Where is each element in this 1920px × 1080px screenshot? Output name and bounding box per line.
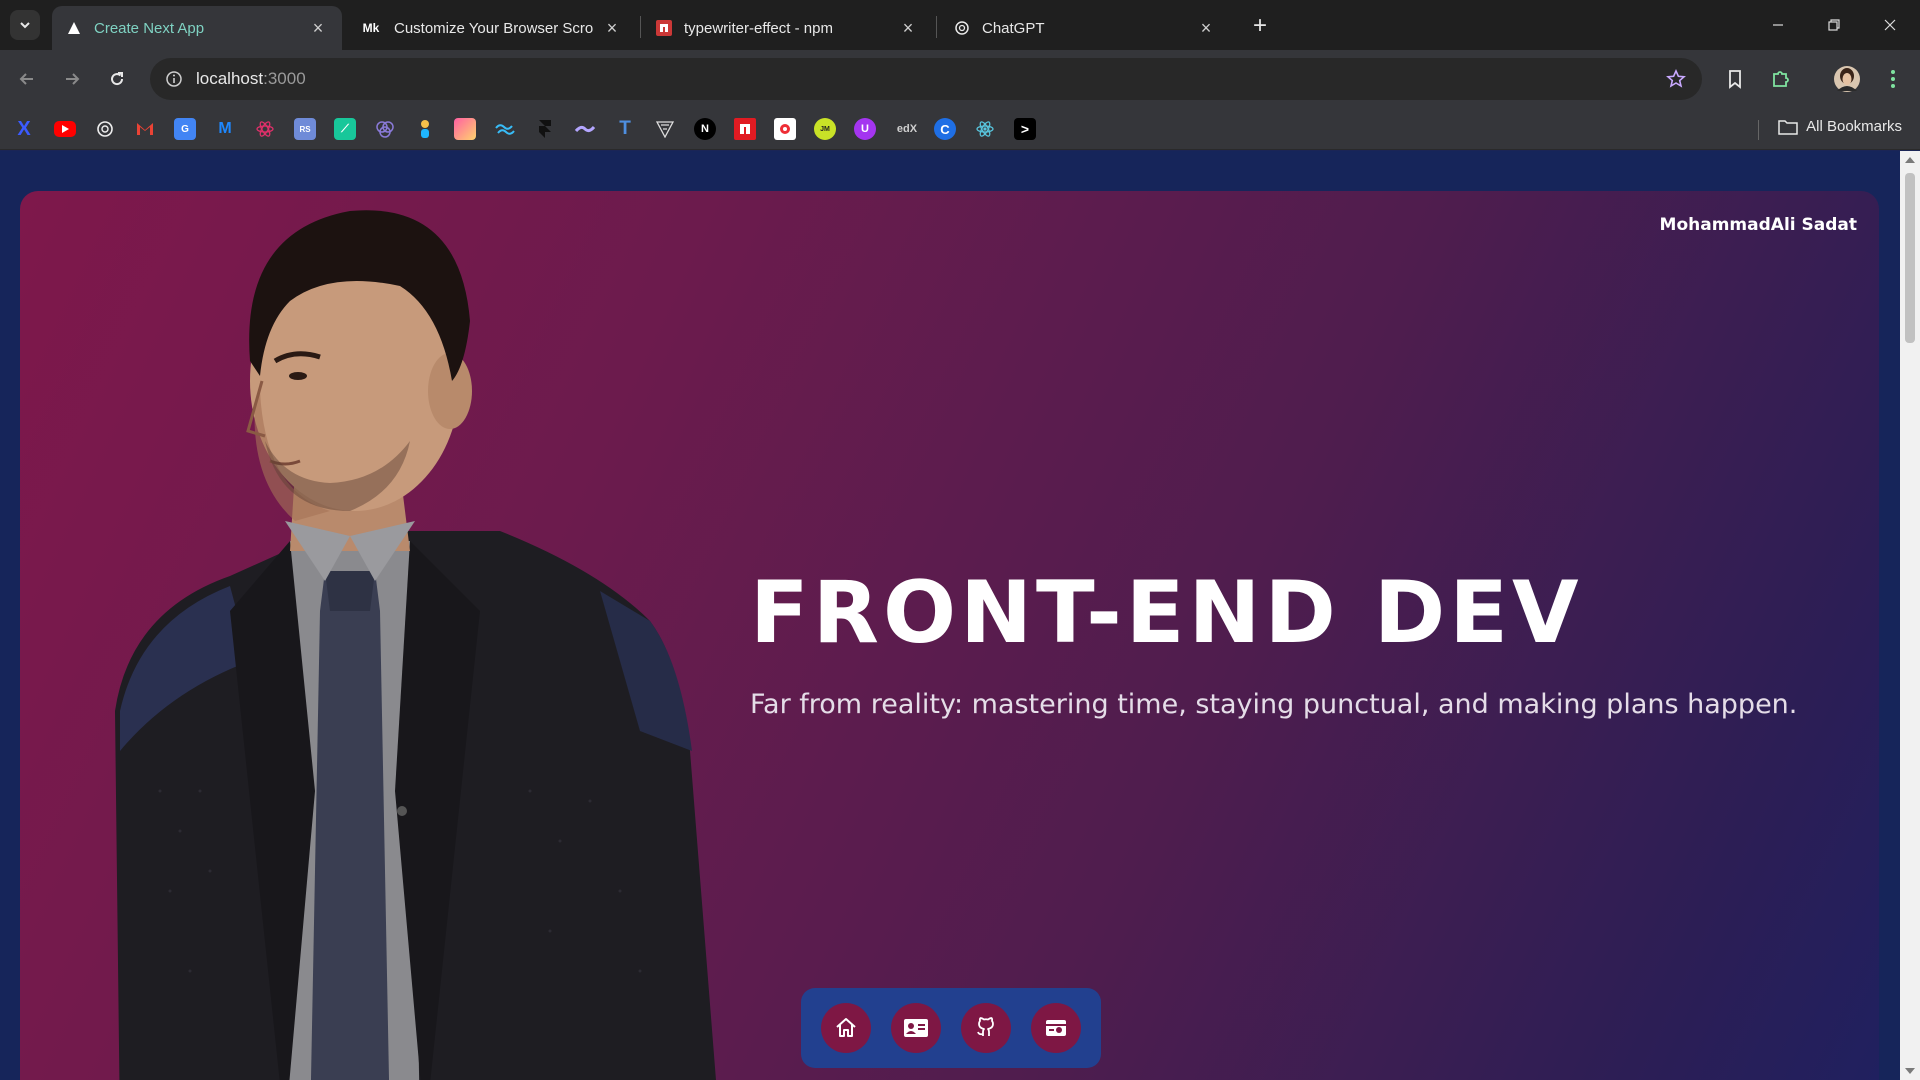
restore-icon: [1828, 19, 1840, 31]
author-name: MohammadAli Sadat: [1659, 215, 1857, 235]
tab-typewriter-npm[interactable]: typewriter-effect - npm ×: [642, 6, 932, 50]
scroll-up-arrow-icon[interactable]: [1905, 157, 1915, 163]
scroll-thumb[interactable]: [1905, 173, 1915, 343]
portfolio-icon: [1046, 1020, 1066, 1036]
bookmark-icon: [1729, 70, 1741, 89]
react-icon[interactable]: [974, 118, 996, 140]
minimize-icon: [1773, 24, 1783, 26]
close-window-button[interactable]: [1862, 0, 1918, 50]
bookmark-star-icon[interactable]: [1664, 67, 1688, 91]
framer-icon[interactable]: [374, 118, 396, 140]
reload-button[interactable]: [100, 62, 134, 96]
tab-divider: [640, 16, 641, 38]
react-icon[interactable]: [254, 118, 276, 140]
home-icon: [836, 1018, 856, 1037]
coursera-icon[interactable]: C: [934, 118, 956, 140]
page-scrollbar[interactable]: [1900, 151, 1920, 1080]
typescript-icon[interactable]: T: [614, 118, 636, 140]
tab-create-next-app[interactable]: Create Next App ×: [52, 6, 342, 50]
arrow-right-icon: [66, 73, 80, 85]
site-info-icon[interactable]: [162, 67, 186, 91]
minimize-button[interactable]: [1750, 0, 1806, 50]
arrow-left-icon: [19, 73, 33, 85]
terminal-icon[interactable]: >: [1014, 118, 1036, 140]
gmail-icon[interactable]: [134, 118, 156, 140]
figma-icon[interactable]: [414, 118, 436, 140]
avatar: [1834, 66, 1860, 92]
medium-icon: Mk: [362, 21, 380, 35]
close-icon[interactable]: ×: [1196, 18, 1216, 38]
extensions-button[interactable]: [1764, 62, 1798, 96]
tab-title: Create Next App: [94, 19, 205, 37]
close-icon[interactable]: ×: [602, 18, 622, 38]
tab-chatgpt[interactable]: ChatGPT ×: [940, 6, 1230, 50]
chevron-down-icon: [20, 22, 30, 29]
dock-home-button[interactable]: [821, 1003, 871, 1053]
nextjs-icon: [66, 20, 82, 36]
udemy-icon[interactable]: U: [854, 118, 876, 140]
tab-title: typewriter-effect - npm: [684, 19, 833, 37]
mui-icon[interactable]: M: [214, 118, 236, 140]
folder-icon: [1778, 119, 1798, 135]
url-port: :3000: [263, 69, 306, 88]
hero-card: MohammadAli Sadat FRONT-END DEV Far from…: [20, 191, 1879, 1080]
all-bookmarks-label: All Bookmarks: [1806, 118, 1902, 135]
codepen-icon[interactable]: ⟋: [334, 118, 356, 140]
gradient-icon[interactable]: [454, 118, 476, 140]
dock-portfolio-button[interactable]: [1031, 1003, 1081, 1053]
npm-icon: [656, 20, 672, 36]
tab-search-button[interactable]: [10, 10, 40, 40]
dock-navigation: [801, 988, 1101, 1068]
more-vertical-icon: [1891, 70, 1895, 88]
tab-title: ChatGPT: [982, 19, 1045, 37]
npm-icon[interactable]: [734, 118, 756, 140]
reload-icon: [111, 72, 124, 86]
dock-github-button[interactable]: [961, 1003, 1011, 1053]
restore-button[interactable]: [1806, 0, 1862, 50]
profile-avatar[interactable]: [1830, 62, 1864, 96]
url-host: localhost: [196, 69, 264, 88]
bookmarks-divider: [1758, 120, 1759, 140]
address-bar[interactable]: localhost:3000: [150, 58, 1702, 100]
jsm-icon[interactable]: JM: [814, 118, 836, 140]
tailwind-icon[interactable]: [494, 118, 516, 140]
nextjs-icon[interactable]: N: [694, 118, 716, 140]
url-text[interactable]: localhost:3000: [196, 69, 306, 89]
chatgpt-icon[interactable]: [94, 118, 116, 140]
edx-icon[interactable]: edX: [894, 118, 920, 140]
vite-icon[interactable]: [774, 118, 796, 140]
tool-icon[interactable]: RS: [294, 118, 316, 140]
close-icon: [1884, 19, 1896, 31]
forward-button[interactable]: [55, 62, 89, 96]
close-icon[interactable]: ×: [898, 18, 918, 38]
tab-divider: [936, 16, 937, 38]
tab-strip: Create Next App × Mk Customize Your Brow…: [0, 0, 1920, 50]
scroll-down-arrow-icon[interactable]: [1905, 1068, 1915, 1074]
youtube-icon[interactable]: [54, 121, 76, 137]
github-icon: [977, 1017, 994, 1036]
contact-card-icon: [904, 1019, 928, 1037]
google-translate-icon[interactable]: G: [174, 118, 196, 140]
dock-contact-button[interactable]: [891, 1003, 941, 1053]
vercel-icon[interactable]: [654, 118, 676, 140]
browser-toolbar: localhost:3000: [0, 50, 1920, 108]
bookmarks-bar: X G M RS ⟋ T N JM U edX C > All Bookmark…: [0, 108, 1920, 150]
hero-headline: FRONT-END DEV: [750, 563, 1583, 663]
hero-tagline: Far from reality: mastering time, stayin…: [750, 689, 1798, 720]
page-viewport: MohammadAli Sadat FRONT-END DEV Far from…: [0, 151, 1900, 1080]
reading-list-button[interactable]: [1718, 62, 1752, 96]
styled-icon[interactable]: [574, 118, 596, 140]
back-button[interactable]: [10, 62, 44, 96]
close-icon[interactable]: ×: [308, 18, 328, 38]
chatgpt-icon: [954, 20, 970, 36]
framer-motion-icon[interactable]: [534, 118, 556, 140]
tab-customize-scrollbar[interactable]: Mk Customize Your Browser Scrollb ×: [346, 6, 636, 50]
portrait-image: [115, 210, 716, 1080]
tab-title: Customize Your Browser Scrollb: [394, 19, 594, 37]
x-icon[interactable]: X: [13, 118, 35, 140]
all-bookmarks-button[interactable]: All Bookmarks: [1778, 118, 1902, 135]
puzzle-icon: [1773, 71, 1789, 87]
new-tab-button[interactable]: +: [1246, 12, 1274, 40]
browser-menu-button[interactable]: [1876, 62, 1910, 96]
